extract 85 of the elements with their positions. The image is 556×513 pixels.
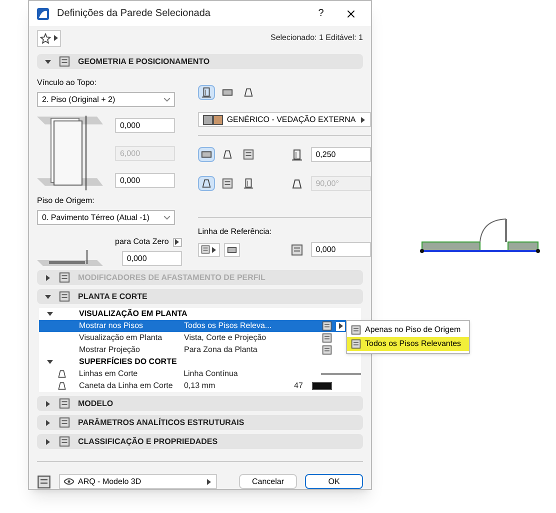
expand-arrow-icon[interactable] bbox=[47, 311, 53, 317]
property-icon bbox=[322, 333, 332, 343]
help-button[interactable]: ? bbox=[311, 6, 331, 21]
selection-info: Selecionado: 1 Editável: 1 bbox=[270, 32, 363, 44]
section-icon bbox=[59, 398, 70, 409]
app-logo-icon bbox=[37, 8, 49, 20]
property-row[interactable]: Caneta da Linha em Corte 0,13 mm 47 bbox=[39, 380, 361, 392]
pen-swatch-icon bbox=[312, 382, 332, 390]
expand-arrow-icon[interactable] bbox=[45, 420, 51, 426]
wall-option-icon bbox=[200, 178, 212, 189]
section-header[interactable]: CLASSIFICAÇÃO E PROPRIEDADES bbox=[37, 434, 363, 449]
property-value: Todos os Pisos Releva... bbox=[184, 320, 273, 332]
number-field[interactable]: 0,000 bbox=[310, 242, 371, 257]
caret-icon[interactable] bbox=[210, 246, 217, 252]
layer-selector[interactable]: ARQ - Modelo 3D bbox=[59, 474, 217, 489]
eye-icon bbox=[64, 478, 74, 485]
expand-arrow-icon[interactable] bbox=[45, 58, 51, 64]
caret-icon[interactable] bbox=[52, 35, 58, 41]
submenu-arrow-icon[interactable] bbox=[338, 323, 344, 329]
section-header[interactable]: GEOMETRIA E POSICIONAMENTO bbox=[37, 54, 363, 69]
flip-icon bbox=[226, 244, 237, 254]
wall-option-icon bbox=[242, 87, 254, 98]
option-button[interactable] bbox=[198, 85, 215, 100]
property-label: Visualização em Planta bbox=[79, 332, 164, 344]
pen-number: 47 bbox=[294, 380, 304, 392]
property-label: Mostrar Projeção bbox=[79, 344, 141, 356]
property-label: Linhas em Corte bbox=[78, 368, 139, 380]
wall-option-icon bbox=[200, 87, 212, 98]
wall-option-icon bbox=[242, 178, 254, 189]
section-header[interactable]: PARÂMETROS ANALÍTICOS ESTRUTURAIS bbox=[37, 415, 363, 430]
cancel-button[interactable]: Cancelar bbox=[239, 474, 297, 489]
field-label: para Cota Zero bbox=[115, 236, 169, 248]
property-value: 0,13 mm bbox=[184, 380, 216, 392]
star-icon bbox=[40, 32, 50, 44]
chevron-icon bbox=[164, 216, 170, 220]
property-icon bbox=[322, 345, 332, 355]
group-title: SUPERFÍCIES DO CORTE bbox=[79, 356, 177, 368]
wall-option-icon bbox=[222, 178, 233, 189]
expand-arrow-icon[interactable] bbox=[45, 438, 51, 444]
option-button[interactable] bbox=[198, 147, 215, 162]
caret-icon[interactable] bbox=[360, 116, 366, 122]
section-header[interactable]: MODELO bbox=[37, 396, 363, 411]
option-button[interactable] bbox=[198, 176, 215, 191]
ok-button[interactable]: OK bbox=[305, 474, 363, 489]
dropdown[interactable]: 0. Pavimento Térreo (Atual -1) bbox=[37, 210, 175, 225]
section-icon bbox=[59, 436, 70, 447]
property-row[interactable]: Linhas em Corte Linha Contínua bbox=[39, 368, 361, 380]
favorites-button[interactable] bbox=[37, 30, 61, 46]
expand-arrow-icon[interactable] bbox=[45, 400, 51, 406]
caret-icon[interactable] bbox=[206, 478, 212, 484]
property-value: Linha Contínua bbox=[184, 368, 239, 380]
field-label: Linha de Referência: bbox=[198, 226, 273, 238]
property-label: Caneta da Linha em Corte bbox=[79, 380, 174, 392]
property-value: Para Zona da Planta bbox=[184, 344, 258, 356]
number-field[interactable]: 0,000 bbox=[115, 173, 175, 188]
flip-button[interactable] bbox=[224, 242, 240, 256]
expand-arrow-icon[interactable] bbox=[45, 294, 51, 300]
wall-option-icon bbox=[222, 87, 233, 98]
section-icon bbox=[59, 291, 70, 302]
number-field[interactable]: 0,000 bbox=[115, 118, 175, 133]
material-swatch-icon bbox=[202, 114, 223, 124]
group-title: VISUALIZAÇÃO EM PLANTA bbox=[79, 308, 188, 320]
field-label: Vínculo ao Topo: bbox=[37, 77, 98, 89]
property-value: Vista, Corte e Projeção bbox=[184, 332, 268, 344]
chevron-icon bbox=[164, 98, 170, 102]
menu-item[interactable]: Todos os Pisos Relevantes bbox=[347, 337, 469, 351]
dropdown[interactable]: 2. Piso (Original + 2) bbox=[37, 92, 175, 107]
reference-line-button[interactable] bbox=[198, 242, 220, 256]
field-label: Piso de Origem: bbox=[37, 195, 96, 207]
expand-arrow-icon[interactable] bbox=[47, 359, 53, 365]
wall-option-icon bbox=[222, 149, 233, 160]
material-selector[interactable]: GENÉRICO - VEDAÇÃO EXTERNA bbox=[198, 112, 371, 127]
property-label: Mostrar nos Pisos bbox=[79, 320, 144, 332]
line-sample-icon bbox=[321, 372, 361, 376]
section-icon bbox=[59, 417, 70, 428]
window-title: Definições da Parede Selecionada bbox=[57, 7, 212, 21]
number-field[interactable]: 0,000 bbox=[122, 251, 182, 266]
property-icon bbox=[322, 321, 332, 331]
wall-option-icon bbox=[200, 149, 212, 160]
close-icon bbox=[345, 8, 357, 20]
section-header[interactable]: PLANTA E CORTE bbox=[37, 289, 363, 304]
section-icon bbox=[59, 272, 70, 283]
section-icon bbox=[59, 56, 70, 67]
wall-option-icon bbox=[242, 149, 254, 160]
number-field[interactable]: 0,250 bbox=[310, 147, 371, 162]
